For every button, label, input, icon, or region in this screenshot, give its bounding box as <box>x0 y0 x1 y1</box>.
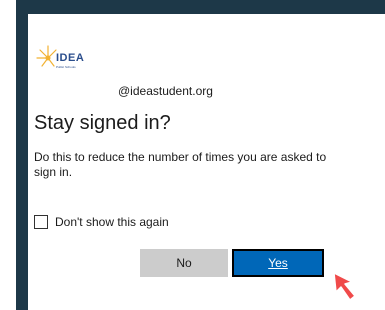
yes-button[interactable]: Yes <box>232 249 324 277</box>
window-frame-left <box>16 0 28 310</box>
dont-show-again-row[interactable]: Don't show this again <box>34 215 169 229</box>
description-text: Do this to reduce the number of times yo… <box>34 150 327 179</box>
page-title: Stay signed in? <box>34 112 171 134</box>
dont-show-again-label[interactable]: Don't show this again <box>55 215 169 229</box>
logo-tagline: Public Schools <box>56 65 76 69</box>
window-frame-top <box>16 0 385 14</box>
pointer-cursor-icon <box>333 272 356 301</box>
idea-logo: IDEA Public Schools <box>34 40 94 76</box>
account-email: @ideastudent.org <box>118 84 213 98</box>
dont-show-again-checkbox[interactable] <box>34 215 48 229</box>
no-button[interactable]: No <box>140 249 228 277</box>
screen: IDEA Public Schools @ideastudent.org Sta… <box>0 0 385 310</box>
logo-brand-text: IDEA <box>56 52 85 64</box>
